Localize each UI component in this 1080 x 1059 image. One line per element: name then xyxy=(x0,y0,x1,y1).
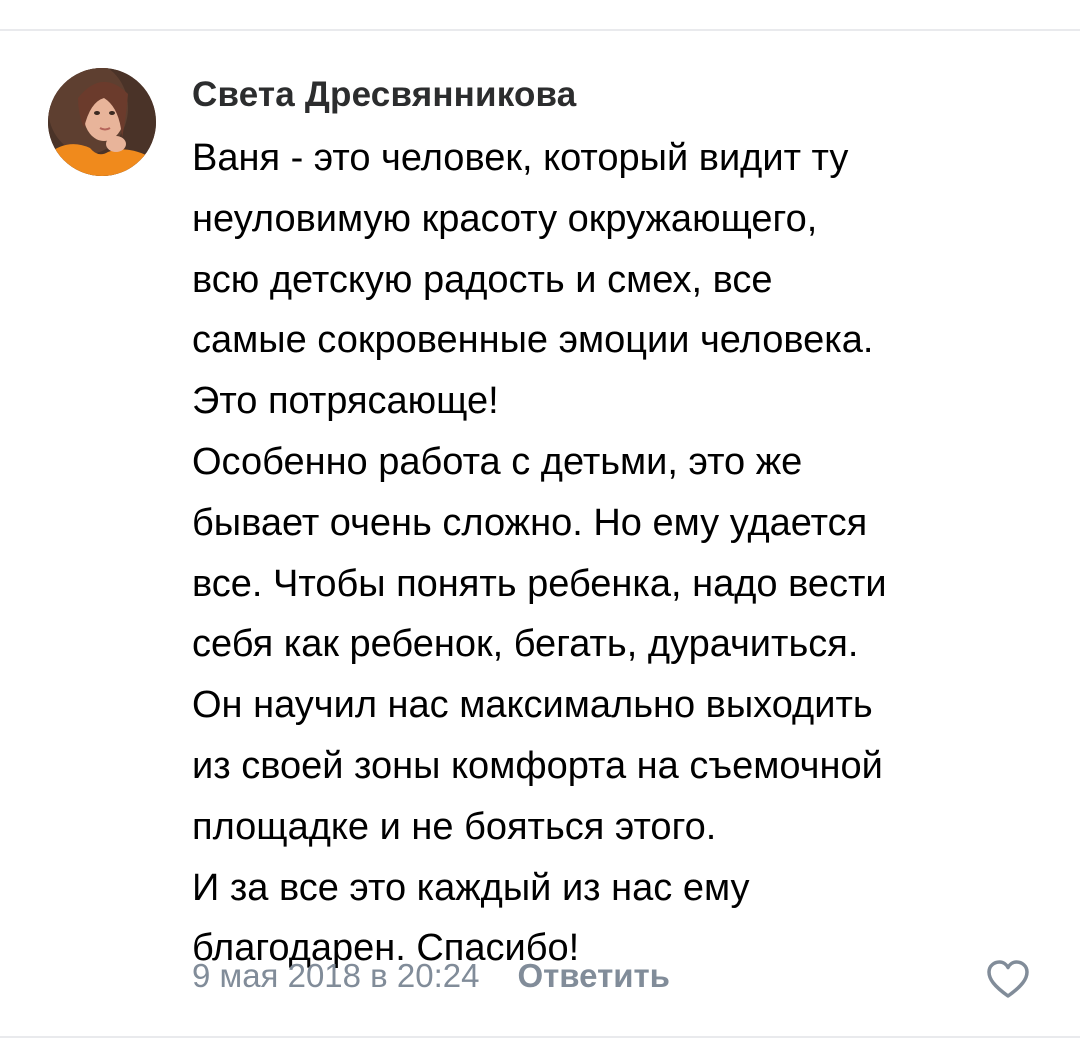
bottom-divider xyxy=(0,1036,1080,1038)
comment-text: Ваня - это человек, который видит ту неу… xyxy=(192,137,887,970)
comment-timestamp[interactable]: 9 мая 2018 в 20:24 xyxy=(192,957,479,995)
heart-outline-icon xyxy=(987,960,1029,998)
avatar[interactable] xyxy=(48,68,156,176)
author-name[interactable]: Света Дресвянникова xyxy=(192,73,576,117)
user-photo-avatar xyxy=(48,68,156,176)
comment-meta: 9 мая 2018 в 20:24 Ответить xyxy=(192,952,670,1000)
reply-button[interactable]: Ответить xyxy=(517,957,670,995)
like-button[interactable] xyxy=(984,956,1032,1004)
